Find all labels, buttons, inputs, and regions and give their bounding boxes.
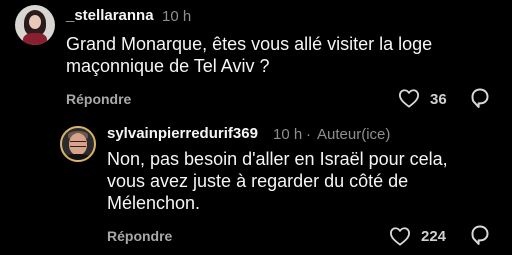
- like-count: 36: [430, 91, 447, 108]
- comment-text: Grand Monarque, êtes vous allé visiter l…: [66, 34, 433, 76]
- avatar-body: [23, 33, 47, 45]
- comment-username[interactable]: _stellaranna: [66, 7, 154, 24]
- like-button[interactable]: [398, 88, 420, 108]
- share-icon: [471, 225, 489, 245]
- reply-username[interactable]: sylvainpierredurif369: [107, 125, 258, 142]
- heart-icon: [389, 227, 410, 246]
- share-button[interactable]: [470, 87, 490, 109]
- meta-separator: ·: [306, 126, 311, 143]
- reply-text: Non, pas besoin d'aller en Israël pour c…: [107, 149, 448, 213]
- heart-icon: [398, 89, 419, 108]
- avatar[interactable]: [60, 126, 96, 162]
- reply-button[interactable]: Répondre: [66, 91, 131, 107]
- reply-timestamp: 10 h: [273, 126, 303, 143]
- avatar-glasses: [70, 141, 86, 147]
- reply-button[interactable]: Répondre: [107, 228, 172, 244]
- share-icon: [471, 88, 489, 108]
- like-button[interactable]: [389, 226, 411, 246]
- avatar-face: [29, 15, 41, 29]
- avatar[interactable]: [15, 5, 55, 45]
- author-badge: Auteur(ice): [317, 126, 391, 143]
- comment-timestamp: 10 h: [162, 8, 192, 25]
- share-button[interactable]: [470, 224, 490, 246]
- like-count: 224: [421, 228, 447, 245]
- comment-1: _stellaranna 10 h Grand Monarque, êtes v…: [0, 0, 512, 120]
